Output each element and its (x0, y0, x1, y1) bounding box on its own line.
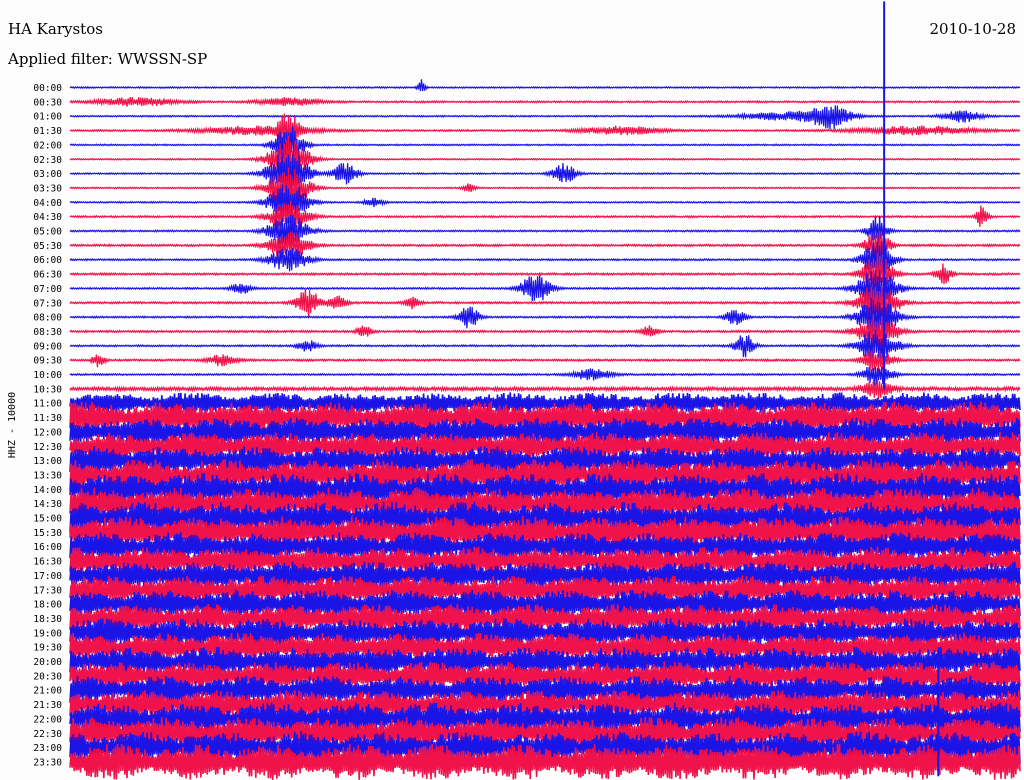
row-time-label: 17:00 (33, 571, 62, 582)
row-time-label: 22:00 (33, 714, 62, 725)
row-time-label: 17:30 (33, 585, 62, 596)
row-time-label: 23:30 (33, 757, 62, 768)
row-time-label: 15:00 (33, 514, 62, 525)
row-time-label: 00:00 (33, 83, 62, 94)
row-time-label: 19:00 (33, 628, 62, 639)
row-time-label: 09:30 (33, 356, 62, 367)
row-time-label: 18:00 (33, 600, 62, 611)
row-time-label: 23:00 (33, 743, 62, 754)
row-time-label: 02:00 (33, 140, 62, 151)
row-time-label: 07:30 (33, 298, 62, 309)
row-time-label: 00:30 (33, 97, 62, 108)
row-time-label: 07:00 (33, 284, 62, 295)
row-time-label: 16:00 (33, 542, 62, 553)
row-time-label: 22:30 (33, 729, 62, 740)
row-time-label: 01:00 (33, 112, 62, 123)
row-time-label: 05:00 (33, 227, 62, 238)
row-time-label: 16:30 (33, 557, 62, 568)
row-time-label: 09:00 (33, 341, 62, 352)
trace-row-01:30 (69, 113, 1021, 147)
row-time-label: 11:00 (33, 399, 62, 410)
row-time-label: 12:00 (33, 427, 62, 438)
row-time-label: 06:00 (33, 255, 62, 266)
row-time-label: 08:00 (33, 313, 62, 324)
row-time-label: 20:00 (33, 657, 62, 668)
row-time-label: 04:00 (33, 198, 62, 209)
helicorder-plot: 00:00 00:30 01:00 01:30 02:00 02:30 03:00 03:30… (7, 1, 1021, 780)
time-axis-labels: 00:00 00:30 01:00 01:30 02:00 02:30 03:00 03:30… (33, 83, 62, 768)
row-time-label: 04:30 (33, 212, 62, 223)
trace-row-01:00 (69, 105, 1021, 130)
row-time-label: 12:30 (33, 442, 62, 453)
row-time-label: 21:00 (33, 686, 62, 697)
row-time-label: 14:00 (33, 485, 62, 496)
row-time-label: 06:30 (33, 270, 62, 281)
trace-row-10:30 (69, 379, 1021, 400)
row-time-label: 10:30 (33, 384, 62, 395)
row-time-label: 01:30 (33, 126, 62, 137)
row-time-label: 13:30 (33, 470, 62, 481)
row-time-label: 13:00 (33, 456, 62, 467)
channel-axis-label: HHZ - 10000 (7, 392, 18, 458)
row-time-label: 19:30 (33, 643, 62, 654)
row-time-label: 10:00 (33, 370, 62, 381)
row-time-label: 11:30 (33, 413, 62, 424)
row-time-label: 05:30 (33, 241, 62, 252)
row-time-label: 21:30 (33, 700, 62, 711)
row-time-label: 18:30 (33, 614, 62, 625)
row-time-label: 14:30 (33, 499, 62, 510)
row-time-label: 03:30 (33, 183, 62, 194)
trace-group (69, 1, 1021, 780)
trace-row-00:00 (69, 79, 1021, 92)
row-time-label: 08:30 (33, 327, 62, 338)
trace-row-00:30 (69, 97, 1021, 107)
row-time-label: 03:00 (33, 169, 62, 180)
row-time-label: 20:30 (33, 671, 62, 682)
row-time-label: 15:30 (33, 528, 62, 539)
row-time-label: 02:30 (33, 155, 62, 166)
